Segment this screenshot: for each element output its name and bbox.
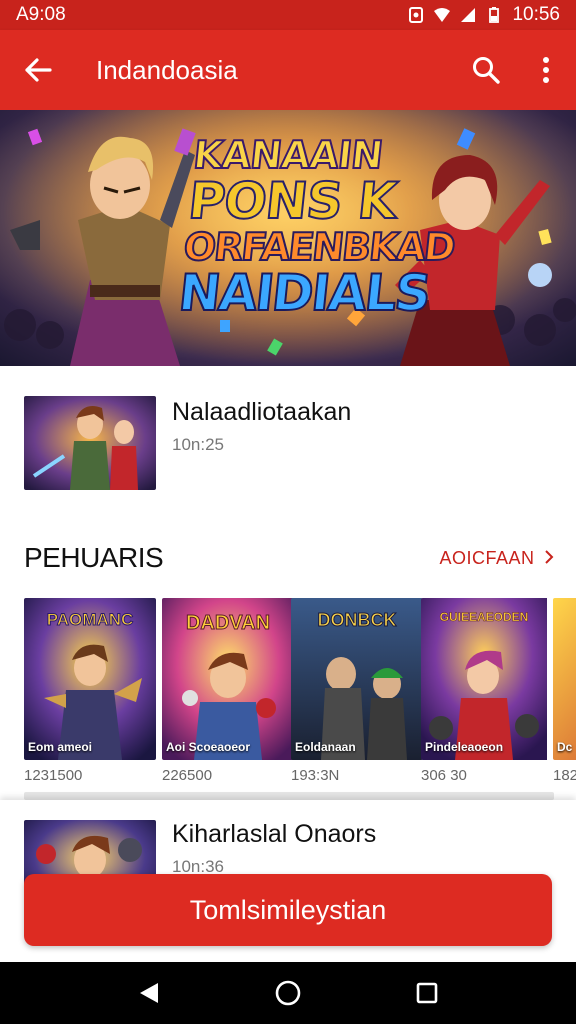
featured-name: Nalaadliotaakan (172, 398, 352, 426)
see-all-link[interactable]: AOICFAAN (439, 548, 554, 569)
game-caption: 193:3N (291, 767, 340, 784)
status-bar: A9:08 10:56 (0, 0, 576, 30)
hero-title-line-4: NAIDIALS (175, 263, 433, 323)
page-title: Indandoasia (96, 54, 238, 85)
game-poster-title: PAOMANC (46, 610, 134, 630)
triangle-back-icon (140, 983, 159, 1003)
game-poster-label: Eoldanaan (295, 740, 356, 754)
game-poster: Eom ameoi PAOMANC (24, 598, 156, 760)
status-time-left: A9:08 (16, 4, 66, 25)
carousel-scrollbar (24, 792, 554, 800)
back-button[interactable] (0, 30, 76, 110)
chevron-right-icon (545, 549, 554, 564)
game-card[interactable]: Pindeleaoeon GUIEEAEODEN 306 30 (421, 598, 553, 784)
game-poster: Aoi Scoeaoeor DADVAN (162, 598, 294, 760)
game-caption: 1231500 (24, 767, 83, 784)
nav-recents-button[interactable] (397, 962, 457, 1024)
status-time-right: 10:56 (512, 4, 560, 25)
hero-title-line-3: ORFAENBKAD (181, 224, 457, 270)
featured-thumbnail (24, 396, 156, 490)
game-poster-label: Aoi Scoeaoeor (166, 740, 251, 754)
see-all-label: AOICFAAN (439, 547, 535, 568)
game-poster-title: DADVAN (185, 612, 271, 635)
arrow-left-icon (25, 58, 52, 82)
battery-icon (489, 7, 500, 23)
hero-title-line-2: PONS K (185, 171, 400, 231)
section-header: PEHUARIS AOICFAAN (24, 540, 554, 576)
notification-icon (409, 7, 424, 23)
game-poster: Dc (553, 598, 576, 760)
hero-title: KANAAIN PONS K ORFAENBKAD NAIDIALS (175, 132, 457, 323)
section-title: PEHUARIS (24, 542, 164, 573)
search-icon (473, 57, 500, 84)
game-poster-label: Pindeleaoeon (425, 740, 504, 754)
circle-home-icon (275, 980, 301, 1006)
game-caption: 226500 (162, 767, 213, 784)
hero-banner[interactable]: KANAAIN PONS K ORFAENBKAD NAIDIALS (0, 110, 576, 366)
square-recents-icon (416, 982, 437, 1004)
system-nav-bar (0, 962, 576, 1024)
game-poster-title: GUIEEAEODEN (439, 610, 529, 625)
list-item-name: Kiharlaslal Onaors (172, 820, 377, 848)
status-icons: 10:56 (408, 4, 560, 26)
app-screen: A9:08 10:56 Indandoasia KANAAIN PONS K O… (0, 0, 576, 1024)
primary-action-button[interactable]: Tomlsimileystian (24, 874, 552, 946)
hero-title-line-1: KANAAIN (190, 132, 385, 178)
featured-item[interactable]: Nalaadliotaakan 10n:25 (24, 396, 554, 490)
game-poster-title: DONBCK (317, 610, 397, 631)
more-options-button[interactable] (516, 30, 576, 110)
featured-subtitle: 10n:25 (172, 435, 224, 454)
game-caption: 306 30 (421, 767, 467, 784)
nav-home-button[interactable] (258, 962, 318, 1024)
search-button[interactable] (456, 30, 516, 110)
game-card[interactable]: Eom ameoi PAOMANC 1231500 (24, 598, 156, 784)
game-poster: Eoldanaan DONBCK (291, 598, 423, 760)
game-caption: 182 (553, 767, 576, 784)
game-card[interactable]: Eoldanaan DONBCK 193:3N (291, 598, 423, 784)
game-carousel[interactable]: Eom ameoi PAOMANC 1231500 Aoi Scoeaoeor … (24, 598, 576, 798)
game-poster: Pindeleaoeon GUIEEAEODEN (421, 598, 553, 760)
nav-back-button[interactable] (119, 962, 179, 1024)
featured-meta: Nalaadliotaakan 10n:25 (172, 396, 351, 490)
wifi-icon (434, 8, 451, 22)
game-card[interactable]: Aoi Scoeaoeor DADVAN 226500 (162, 598, 294, 784)
signal-icon (461, 8, 476, 22)
app-bar: Indandoasia (0, 30, 576, 110)
game-poster-label: Eom ameoi (28, 740, 93, 754)
game-poster-label: Dc (557, 740, 573, 754)
game-card[interactable]: Dc 182 (553, 598, 576, 784)
more-vertical-icon (543, 57, 549, 83)
